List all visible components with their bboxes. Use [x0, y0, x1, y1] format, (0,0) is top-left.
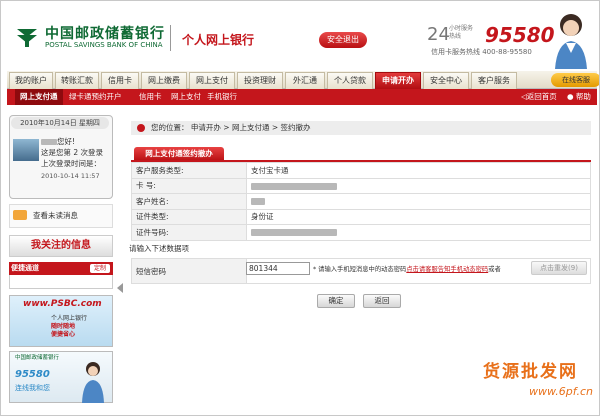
breadcrumb-path: 申请开办 > 网上支付通 > 签约撤办 [190, 123, 311, 132]
sms-help-link[interactable]: 点击请客服告知手机动态密码 [406, 266, 488, 273]
user-avatar-image [13, 139, 39, 161]
ad-text: 个人网上银行 随时随地 便捷省心 [51, 315, 87, 339]
watermark-text: 货源批发网 [483, 362, 578, 382]
hotline-number: 95580 [485, 23, 555, 47]
tab-my-account[interactable]: 我的账户 [9, 72, 53, 89]
sms-hint: * 请输入手机短消息中的动态密码点击请客服告知手机动态密码或者 [313, 264, 501, 273]
table-row: 证件类型: 身份证 [131, 208, 591, 225]
product-title: 个人网上银行 [182, 33, 255, 47]
h24-number: 24 [427, 24, 450, 45]
tab-security[interactable]: 安全中心 [423, 72, 469, 89]
subnav-item-mobile-bank[interactable]: 手机银行 [207, 89, 237, 105]
login-count: 2 次登录 [73, 148, 104, 157]
sms-hint-text: * 请输入手机短消息中的动态密码 [313, 266, 407, 273]
psbc-logo-icon [17, 29, 37, 47]
sub-nav: 网上支付通 绿卡通预约开户 信用卡 网上支付 手机银行 ◁返回首页 ● 帮助 [7, 89, 597, 105]
ad-text-line2: 随时随地 [51, 323, 76, 330]
online-service-button[interactable]: 在线客服 [551, 73, 599, 87]
logout-button[interactable]: 安全退出 [319, 32, 367, 48]
table-row: 客户姓名: [131, 193, 591, 210]
confirm-button[interactable]: 确定 [317, 294, 355, 308]
tab-investment[interactable]: 投资理财 [237, 72, 283, 89]
bank-name-cn: 中国邮政储蓄银行 [45, 26, 165, 42]
current-date: 2010年10月14日 星期四 [11, 117, 109, 129]
tab-credit-card[interactable]: 信用卡 [101, 72, 139, 89]
tab-transfer[interactable]: 转账汇款 [55, 72, 99, 89]
row-label: 客户服务类型: [131, 162, 247, 179]
row-label: 卡 号: [131, 177, 247, 194]
ad-text-line1: 个人网上银行 [51, 315, 88, 322]
quick-access-area [9, 275, 113, 289]
masked-card-number [251, 182, 337, 190]
breadcrumb-text: 您的位置： 申请开办 > 网上支付通 > 签约撤办 [151, 121, 311, 135]
breadcrumb-label: 您的位置： [151, 123, 189, 132]
resend-button[interactable]: 点击重发(9) [531, 261, 587, 275]
welcome-text: 这是您第 [41, 148, 71, 157]
back-button[interactable]: 返回 [363, 294, 401, 308]
customer-service-agent-image [555, 14, 587, 69]
masked-username [41, 139, 57, 145]
last-login-time: 2010-10-14 11:57 [41, 172, 100, 180]
card-hotline: 信用卡服务热线 400-88-95580 [431, 48, 532, 56]
row-label: 证件号码: [131, 224, 247, 241]
main-nav: 我的账户 转账汇款 信用卡 网上缴费 网上支付 投资理财 外汇通 个人贷款 申请… [7, 71, 599, 89]
masked-name [251, 198, 265, 206]
row-value: 身份证 [246, 208, 591, 225]
table-row: 证件号码: [131, 224, 591, 241]
subnav-item-online-pay[interactable]: 网上支付 [171, 89, 201, 105]
collapse-arrow-icon[interactable] [117, 283, 123, 293]
favorites-heading: 我关注的信息 [9, 235, 113, 257]
ad2-slogan: 连线我和您 [15, 384, 50, 392]
row-value [246, 224, 591, 241]
sms-or-text: 或者 [488, 266, 501, 273]
sms-code-input[interactable] [246, 262, 310, 275]
back-home-link[interactable]: ◁返回首页 [521, 89, 557, 105]
ad-text-line3: 便捷省心 [51, 331, 76, 338]
tab-customer-service[interactable]: 客户服务 [471, 72, 517, 89]
ad-url: www.PSBC.com [23, 299, 102, 309]
customize-button[interactable]: 定制 [90, 264, 110, 273]
table-row: 卡 号: [131, 177, 591, 194]
info-table: 客户服务类型: 支付宝卡通 卡 号: 客户姓名: 证件类型: 身份证 证件号码: [131, 162, 591, 241]
ad2-bank-name: 中国邮政储蓄银行 [15, 355, 60, 361]
subnav-item-credit-card[interactable]: 信用卡 [139, 89, 162, 105]
header: 中国邮政储蓄银行 POSTAL SAVINGS BANK OF CHINA 个人… [1, 1, 599, 71]
input-note: 请输入下述数据项 [129, 244, 189, 253]
header-divider [170, 25, 171, 51]
tab-forex[interactable]: 外汇通 [285, 72, 325, 89]
subnav-item-pay-link[interactable]: 网上支付通 [15, 89, 63, 105]
bank-name-en: POSTAL SAVINGS BANK OF CHINA [45, 41, 163, 49]
greeting-text: 您好! [57, 137, 76, 146]
subnav-item-green-card[interactable]: 绿卡通预约开户 [69, 89, 122, 105]
tab-online-payment[interactable]: 网上缴费 [141, 72, 187, 89]
unread-messages-link[interactable]: 查看未读消息 [33, 210, 78, 221]
help-link[interactable]: ● 帮助 [567, 89, 591, 105]
ad2-hotline: 95580 [15, 369, 50, 380]
location-icon [137, 124, 145, 132]
tab-personal-loan[interactable]: 个人贷款 [327, 72, 373, 89]
masked-id-number [251, 229, 337, 237]
tab-apply[interactable]: 申请开办 [375, 72, 421, 89]
browser-frame: 中国邮政储蓄银行 POSTAL SAVINGS BANK OF CHINA 个人… [0, 0, 600, 416]
greeting-block: 您好! 这是您第 2 次登录 上次登录时间是： [41, 136, 103, 169]
h24-label: 小时服务热线 [449, 25, 474, 40]
row-value [246, 193, 591, 210]
tab-online-pay[interactable]: 网上支付 [189, 72, 235, 89]
row-label: 客户姓名: [131, 193, 247, 210]
last-login-label: 上次登录时间是： [41, 159, 101, 168]
ad-agent-image [82, 362, 104, 403]
quick-access-label: 便捷通道 [11, 264, 39, 272]
row-value: 支付宝卡通 [246, 162, 591, 179]
sms-label: 短信密码 [131, 258, 247, 284]
row-value [246, 177, 591, 194]
row-label: 证件类型: [131, 208, 247, 225]
table-row: 客户服务类型: 支付宝卡通 [131, 162, 591, 179]
form-tab[interactable]: 网上支付通签约撤办 [134, 147, 224, 161]
envelope-icon [13, 210, 27, 220]
watermark-url: www.6pf.cn [529, 385, 593, 398]
